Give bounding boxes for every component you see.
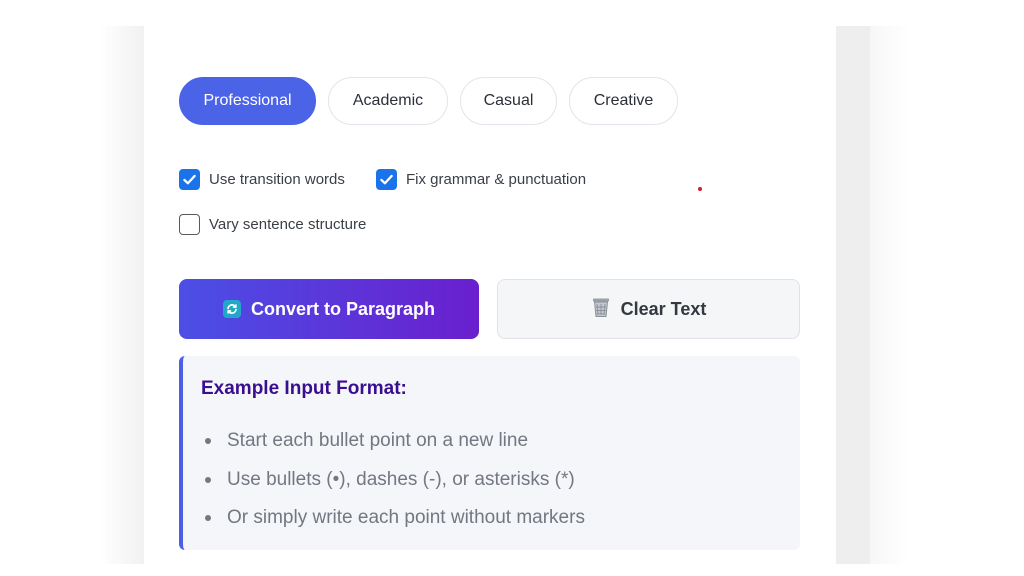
convert-button-label: Convert to Paragraph (250, 298, 436, 319)
example-list-item: Use bullets (•), dashes (-), or asterisk… (205, 461, 585, 500)
example-list-item: Start each bullet point on a new line (205, 422, 585, 461)
tone-professional-button[interactable]: Professional (179, 77, 316, 125)
vary-sentence-checkbox[interactable] (179, 214, 200, 235)
cursor-dot (698, 187, 702, 191)
option-fix-grammar[interactable]: Fix grammar & punctuation (376, 169, 586, 190)
example-input-box: Example Input Format: Start each bullet … (179, 356, 800, 550)
tone-academic-button[interactable]: Academic (328, 77, 448, 125)
checkmark-icon (380, 174, 393, 185)
fix-grammar-checkbox[interactable] (376, 169, 397, 190)
example-list: Start each bullet point on a new line Us… (205, 422, 585, 538)
option-vary-sentence[interactable]: Vary sentence structure (179, 214, 366, 235)
checkmark-icon (183, 174, 196, 185)
example-item-text: Start each bullet point on a new line (227, 430, 529, 452)
example-item-text: Or simply write each point without marke… (227, 507, 585, 529)
example-item-text: Use bullets (•), dashes (-), or asterisk… (227, 468, 575, 490)
page-shadow-right (836, 26, 870, 564)
clear-text-button[interactable]: Clear Text (497, 279, 800, 339)
bullet-dot (205, 515, 211, 522)
bullet-dot (205, 438, 211, 445)
clear-button-label: Clear Text (620, 298, 707, 319)
wastebasket-icon (591, 296, 611, 323)
page-shadow-right-fade (870, 26, 910, 564)
transition-words-checkbox[interactable] (179, 169, 200, 190)
page-shadow-left (100, 26, 144, 564)
bullet-dot (205, 476, 211, 483)
option-transition-words[interactable]: Use transition words (179, 169, 345, 190)
tone-selector: Professional Academic Casual Creative (179, 77, 678, 125)
example-title: Example Input Format: (201, 378, 407, 399)
convert-to-paragraph-button[interactable]: Convert to Paragraph (179, 279, 479, 339)
example-list-item: Or simply write each point without marke… (205, 499, 585, 538)
vary-sentence-label: Vary sentence structure (209, 216, 367, 233)
fix-grammar-label: Fix grammar & punctuation (406, 171, 587, 188)
tone-creative-button[interactable]: Creative (569, 77, 678, 125)
tone-casual-button[interactable]: Casual (460, 77, 557, 125)
transition-words-label: Use transition words (209, 171, 345, 188)
refresh-icon (222, 300, 241, 318)
